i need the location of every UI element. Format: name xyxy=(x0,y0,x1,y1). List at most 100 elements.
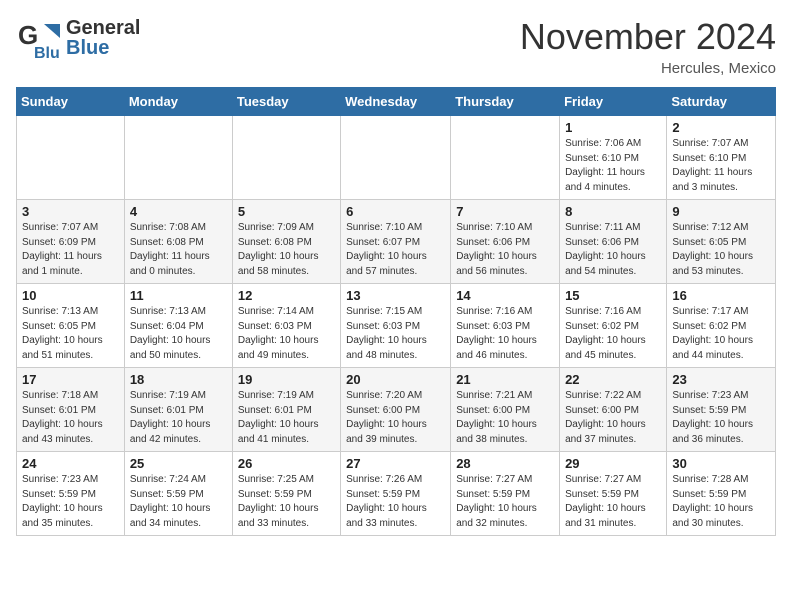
day-number: 5 xyxy=(238,204,335,219)
calendar-day-cell: 7 Sunrise: 7:10 AM Sunset: 6:06 PM Daylig… xyxy=(451,200,560,284)
calendar-day-header: Saturday xyxy=(667,88,776,116)
day-info: Sunrise: 7:12 AM Sunset: 6:05 PM Dayligh… xyxy=(672,221,770,279)
day-info: Sunrise: 7:18 AM Sunset: 6:01 PM Dayligh… xyxy=(22,389,119,447)
calendar-table: SundayMondayTuesdayWednesdayThursdayFrid… xyxy=(16,87,776,536)
day-info: Sunrise: 7:17 AM Sunset: 6:02 PM Dayligh… xyxy=(672,305,770,363)
day-info: Sunrise: 7:26 AM Sunset: 5:59 PM Dayligh… xyxy=(346,473,445,531)
day-number: 8 xyxy=(565,204,661,219)
month-title: November 2024 xyxy=(520,16,776,58)
calendar-day-cell: 23 Sunrise: 7:23 AM Sunset: 5:59 PM Dayli… xyxy=(667,368,776,452)
day-info: Sunrise: 7:10 AM Sunset: 6:06 PM Dayligh… xyxy=(456,221,554,279)
calendar-day-cell: 14 Sunrise: 7:16 AM Sunset: 6:03 PM Dayli… xyxy=(451,284,560,368)
day-number: 16 xyxy=(672,288,770,303)
day-number: 9 xyxy=(672,204,770,219)
calendar-day-cell xyxy=(124,116,232,200)
day-number: 14 xyxy=(456,288,554,303)
calendar-day-cell xyxy=(341,116,451,200)
day-number: 17 xyxy=(22,372,119,387)
day-info: Sunrise: 7:27 AM Sunset: 5:59 PM Dayligh… xyxy=(565,473,661,531)
svg-text:Blue: Blue xyxy=(34,45,60,60)
day-info: Sunrise: 7:23 AM Sunset: 5:59 PM Dayligh… xyxy=(672,389,770,447)
calendar-week-row: 17 Sunrise: 7:18 AM Sunset: 6:01 PM Dayli… xyxy=(17,368,776,452)
calendar-week-row: 10 Sunrise: 7:13 AM Sunset: 6:05 PM Dayli… xyxy=(17,284,776,368)
calendar-day-cell: 15 Sunrise: 7:16 AM Sunset: 6:02 PM Dayli… xyxy=(560,284,667,368)
calendar-day-cell: 10 Sunrise: 7:13 AM Sunset: 6:05 PM Dayli… xyxy=(17,284,125,368)
calendar-week-row: 24 Sunrise: 7:23 AM Sunset: 5:59 PM Dayli… xyxy=(17,452,776,536)
day-info: Sunrise: 7:16 AM Sunset: 6:02 PM Dayligh… xyxy=(565,305,661,363)
calendar-day-cell xyxy=(17,116,125,200)
day-number: 22 xyxy=(565,372,661,387)
calendar-week-row: 1Sunrise: 7:06 AM Sunset: 6:10 PM Daylig… xyxy=(17,116,776,200)
day-info: Sunrise: 7:16 AM Sunset: 6:03 PM Dayligh… xyxy=(456,305,554,363)
header: G Blue General Blue November 2024 Hercul… xyxy=(16,16,776,77)
day-info: Sunrise: 7:07 AM Sunset: 6:09 PM Dayligh… xyxy=(22,221,119,279)
day-info: Sunrise: 7:07 AM Sunset: 6:10 PM Dayligh… xyxy=(672,137,770,195)
calendar-header-row: SundayMondayTuesdayWednesdayThursdayFrid… xyxy=(17,88,776,116)
day-info: Sunrise: 7:11 AM Sunset: 6:06 PM Dayligh… xyxy=(565,221,661,279)
day-info: Sunrise: 7:20 AM Sunset: 6:00 PM Dayligh… xyxy=(346,389,445,447)
day-number: 27 xyxy=(346,456,445,471)
day-number: 7 xyxy=(456,204,554,219)
day-info: Sunrise: 7:28 AM Sunset: 5:59 PM Dayligh… xyxy=(672,473,770,531)
day-number: 29 xyxy=(565,456,661,471)
calendar-day-cell: 22 Sunrise: 7:22 AM Sunset: 6:00 PM Dayli… xyxy=(560,368,667,452)
calendar-day-cell: 4Sunrise: 7:08 AM Sunset: 6:08 PM Daylig… xyxy=(124,200,232,284)
calendar-day-header: Tuesday xyxy=(232,88,340,116)
calendar-day-cell: 12Sunrise: 7:14 AM Sunset: 6:03 PM Dayli… xyxy=(232,284,340,368)
logo-general: General xyxy=(66,18,140,38)
day-info: Sunrise: 7:09 AM Sunset: 6:08 PM Dayligh… xyxy=(238,221,335,279)
location: Hercules, Mexico xyxy=(520,60,776,77)
calendar-day-cell: 24 Sunrise: 7:23 AM Sunset: 5:59 PM Dayli… xyxy=(17,452,125,536)
calendar-day-cell xyxy=(451,116,560,200)
calendar-day-cell: 1Sunrise: 7:06 AM Sunset: 6:10 PM Daylig… xyxy=(560,116,667,200)
day-info: Sunrise: 7:14 AM Sunset: 6:03 PM Dayligh… xyxy=(238,305,335,363)
day-number: 3 xyxy=(22,204,119,219)
day-info: Sunrise: 7:22 AM Sunset: 6:00 PM Dayligh… xyxy=(565,389,661,447)
calendar-day-cell: 3 Sunrise: 7:07 AM Sunset: 6:09 PM Daylig… xyxy=(17,200,125,284)
logo-text-block: General Blue xyxy=(66,18,140,58)
day-number: 18 xyxy=(130,372,227,387)
logo: G Blue General Blue xyxy=(16,16,140,60)
title-block: November 2024 Hercules, Mexico xyxy=(520,16,776,77)
day-number: 19 xyxy=(238,372,335,387)
page: G Blue General Blue November 2024 Hercul… xyxy=(0,0,792,552)
calendar-day-cell: 30Sunrise: 7:28 AM Sunset: 5:59 PM Dayli… xyxy=(667,452,776,536)
calendar-day-cell: 16 Sunrise: 7:17 AM Sunset: 6:02 PM Dayli… xyxy=(667,284,776,368)
calendar-day-cell: 20 Sunrise: 7:20 AM Sunset: 6:00 PM Dayli… xyxy=(341,368,451,452)
day-number: 10 xyxy=(22,288,119,303)
day-info: Sunrise: 7:19 AM Sunset: 6:01 PM Dayligh… xyxy=(130,389,227,447)
day-info: Sunrise: 7:06 AM Sunset: 6:10 PM Dayligh… xyxy=(565,137,661,195)
logo-icon: G Blue xyxy=(16,16,60,60)
logo-blue: Blue xyxy=(66,38,109,58)
calendar-day-cell: 13Sunrise: 7:15 AM Sunset: 6:03 PM Dayli… xyxy=(341,284,451,368)
day-info: Sunrise: 7:23 AM Sunset: 5:59 PM Dayligh… xyxy=(22,473,119,531)
day-number: 2 xyxy=(672,120,770,135)
day-info: Sunrise: 7:13 AM Sunset: 6:05 PM Dayligh… xyxy=(22,305,119,363)
day-number: 20 xyxy=(346,372,445,387)
calendar-day-cell: 19Sunrise: 7:19 AM Sunset: 6:01 PM Dayli… xyxy=(232,368,340,452)
calendar-day-header: Friday xyxy=(560,88,667,116)
calendar-day-cell: 2 Sunrise: 7:07 AM Sunset: 6:10 PM Daylig… xyxy=(667,116,776,200)
day-number: 15 xyxy=(565,288,661,303)
calendar-day-cell: 28 Sunrise: 7:27 AM Sunset: 5:59 PM Dayli… xyxy=(451,452,560,536)
calendar-day-cell: 5 Sunrise: 7:09 AM Sunset: 6:08 PM Daylig… xyxy=(232,200,340,284)
day-number: 23 xyxy=(672,372,770,387)
calendar-day-cell xyxy=(232,116,340,200)
calendar-day-header: Monday xyxy=(124,88,232,116)
day-info: Sunrise: 7:24 AM Sunset: 5:59 PM Dayligh… xyxy=(130,473,227,531)
calendar-day-header: Thursday xyxy=(451,88,560,116)
day-number: 6 xyxy=(346,204,445,219)
day-number: 11 xyxy=(130,288,227,303)
calendar-day-cell: 25Sunrise: 7:24 AM Sunset: 5:59 PM Dayli… xyxy=(124,452,232,536)
day-info: Sunrise: 7:21 AM Sunset: 6:00 PM Dayligh… xyxy=(456,389,554,447)
day-number: 24 xyxy=(22,456,119,471)
day-number: 21 xyxy=(456,372,554,387)
calendar-day-cell: 29 Sunrise: 7:27 AM Sunset: 5:59 PM Dayli… xyxy=(560,452,667,536)
day-number: 26 xyxy=(238,456,335,471)
day-info: Sunrise: 7:27 AM Sunset: 5:59 PM Dayligh… xyxy=(456,473,554,531)
day-info: Sunrise: 7:08 AM Sunset: 6:08 PM Dayligh… xyxy=(130,221,227,279)
day-info: Sunrise: 7:13 AM Sunset: 6:04 PM Dayligh… xyxy=(130,305,227,363)
day-number: 28 xyxy=(456,456,554,471)
day-info: Sunrise: 7:25 AM Sunset: 5:59 PM Dayligh… xyxy=(238,473,335,531)
calendar-day-cell: 9 Sunrise: 7:12 AM Sunset: 6:05 PM Daylig… xyxy=(667,200,776,284)
